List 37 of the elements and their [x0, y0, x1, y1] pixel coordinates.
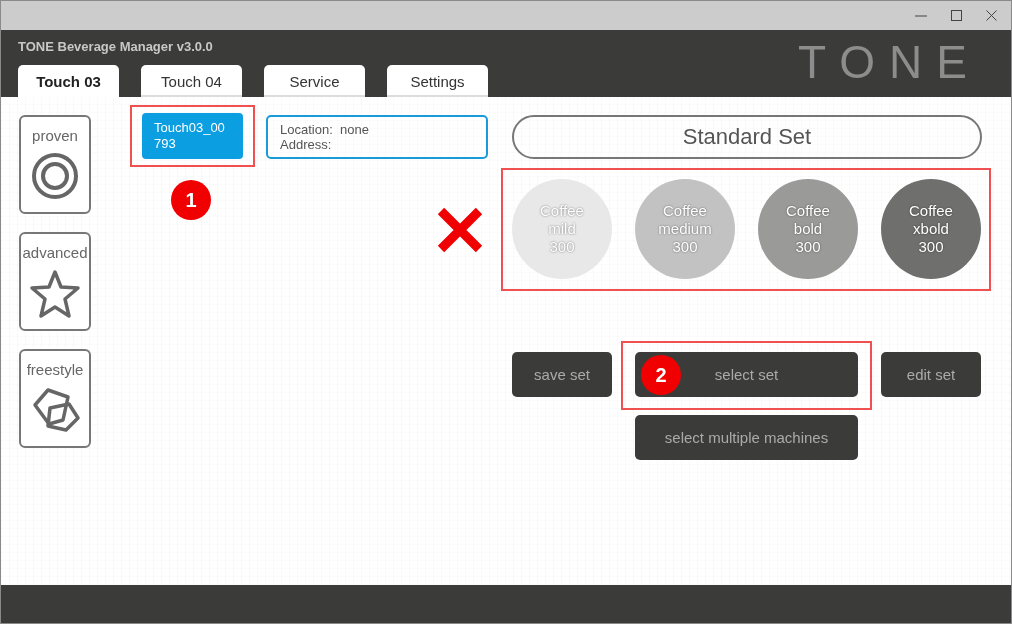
tab[interactable]: Touch 03 [18, 65, 119, 97]
action-button[interactable]: save set [512, 352, 612, 397]
tab[interactable]: Settings [387, 65, 488, 97]
maximize-icon[interactable] [951, 10, 962, 21]
star-icon [29, 269, 81, 319]
beverage-name: Coffee [909, 202, 953, 220]
beverage-strength: bold [793, 220, 823, 238]
tab[interactable]: Service [264, 65, 365, 97]
beverage-name: Coffee [786, 202, 830, 220]
mode-card[interactable]: freestyle [19, 349, 91, 448]
set-name-field[interactable]: Standard Set [512, 115, 982, 159]
beverage-amount: 300 [672, 238, 698, 256]
logo: TONE [798, 40, 981, 90]
beverage-strength: medium [658, 220, 712, 238]
callout-badge: 1 [171, 180, 211, 220]
tab[interactable]: Touch 04 [141, 65, 242, 97]
action-button[interactable]: select multiple machines [635, 415, 858, 460]
target-icon [31, 152, 79, 200]
close-icon[interactable] [986, 10, 997, 21]
beverage-name: Coffee [540, 202, 584, 220]
location-text: Location: none [280, 122, 370, 137]
address-text: Address: [280, 137, 333, 152]
mode-card[interactable]: proven [19, 115, 91, 214]
beverage-circle[interactable]: Coffee bold 300 [758, 179, 858, 279]
beverage-amount: 300 [918, 238, 944, 256]
beverage-strength: xbold [913, 220, 949, 238]
mode-label: freestyle [26, 361, 84, 378]
action-button[interactable]: edit set [881, 352, 981, 397]
device-button[interactable]: Touch03_00793 [142, 113, 243, 159]
window-title: TONE Beverage Manager v3.0.0 [18, 39, 214, 54]
mode-label: proven [32, 127, 78, 144]
beverage-circle[interactable]: Coffee xbold 300 [881, 179, 981, 279]
mode-card[interactable]: advanced [19, 232, 91, 331]
beverage-name: Coffee [663, 202, 707, 220]
beverage-amount: 300 [795, 238, 821, 256]
mode-label: advanced [22, 244, 88, 261]
overlapping-polygons-icon [30, 386, 80, 432]
